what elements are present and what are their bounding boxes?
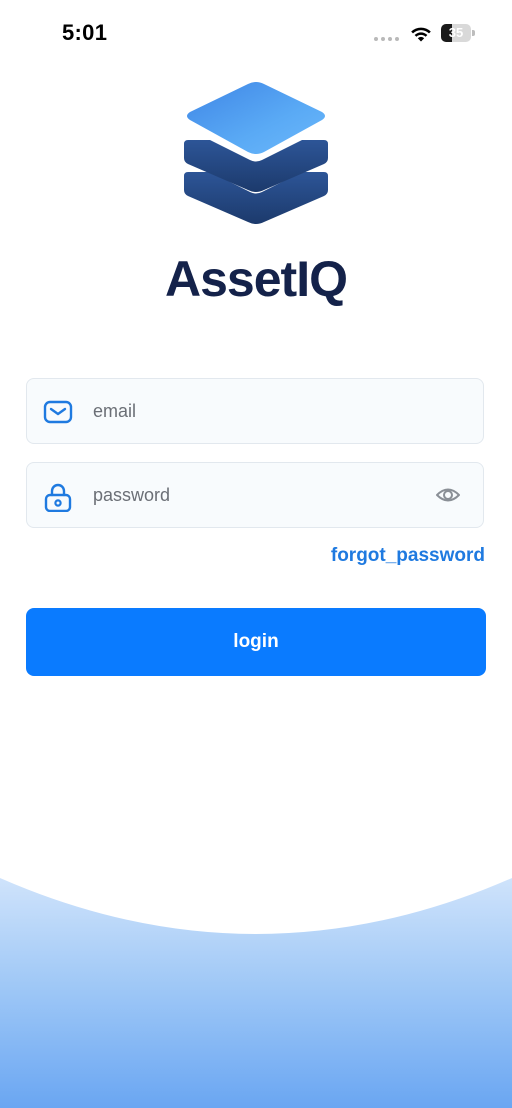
bottom-wave-decoration	[0, 878, 512, 1108]
email-field[interactable]	[26, 378, 484, 444]
password-input[interactable]	[93, 463, 423, 527]
signal-icon	[374, 37, 399, 41]
wifi-icon	[411, 27, 431, 42]
login-screen: 5:01 35 AssetIQ email forgot_password lo…	[0, 0, 512, 1108]
battery-icon: 35	[441, 24, 475, 42]
status-time: 5:01	[62, 20, 108, 45]
status-bar: 5:01 35	[0, 0, 512, 70]
email-input[interactable]	[93, 379, 423, 443]
battery-level: 35	[448, 25, 464, 40]
forgot-password-link[interactable]: forgot_password	[331, 545, 485, 567]
lock-icon	[44, 483, 72, 512]
mail-icon	[43, 400, 73, 424]
eye-icon[interactable]	[435, 483, 461, 507]
stacked-layers-icon	[184, 82, 328, 224]
password-field[interactable]	[26, 462, 484, 528]
brand-name: AssetIQ	[165, 251, 348, 307]
login-button[interactable]: login	[26, 608, 486, 676]
